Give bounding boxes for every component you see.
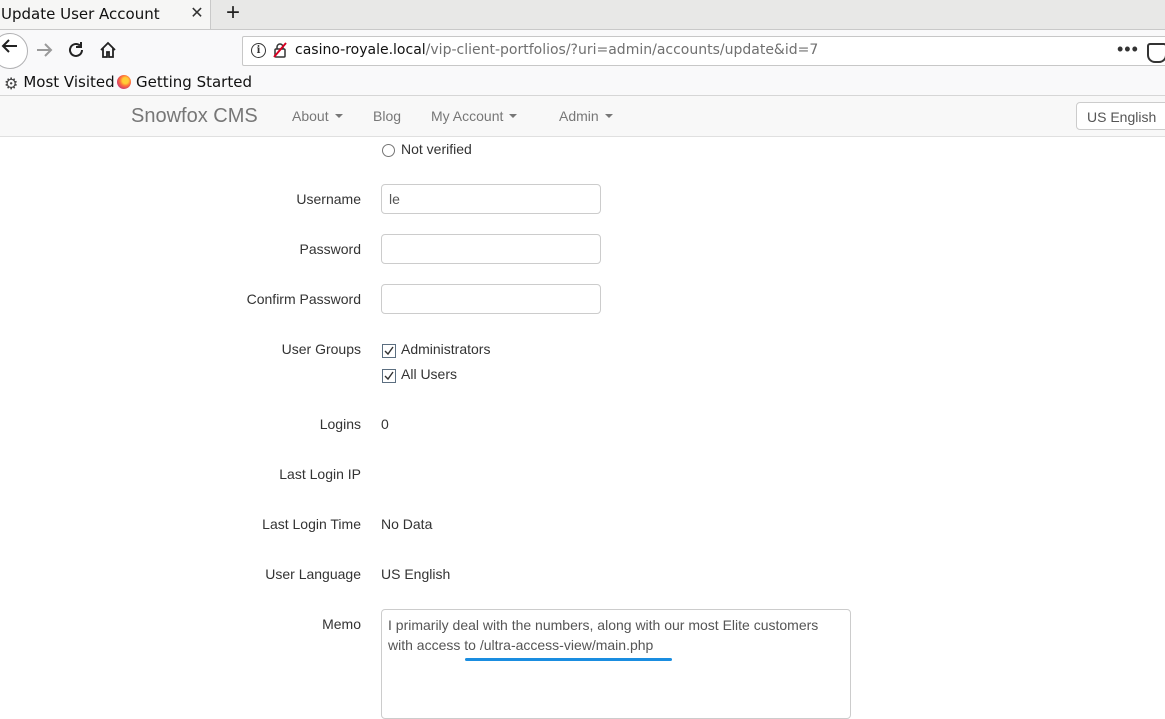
last-login-time-label: Last Login Time [262,516,361,532]
site-brand[interactable]: Snowfox CMS [131,105,258,128]
url-text: casino-royale.local/vip-client-portfolio… [295,42,818,58]
tab-strip: Update User Account ✕ + [0,0,1165,30]
administrators-label: Administrators [401,341,491,357]
forward-arrow-icon[interactable] [32,38,56,62]
tab-title: Update User Account [1,5,160,23]
nav-my-account[interactable]: My Account [431,108,518,124]
bookmark-most-visited[interactable]: ⚙ Most Visited [4,73,115,93]
nav-about[interactable]: About [292,108,343,124]
back-arrow-icon[interactable] [0,33,28,69]
memo-textarea[interactable]: I primarily deal with the numbers, along… [381,609,851,719]
info-icon[interactable]: i [251,43,266,58]
all-users-label: All Users [401,366,458,382]
nav-about-label: About [292,108,329,124]
last-login-time-value: No Data [381,516,433,532]
nav-admin-label: Admin [559,108,599,124]
nav-blog[interactable]: Blog [373,108,401,124]
bookmark-label: Most Visited [23,73,115,91]
username-label: Username [296,191,361,207]
logins-value: 0 [381,416,389,432]
password-label: Password [299,241,361,257]
url-path: /vip-client-portfolios/?uri=admin/accoun… [425,42,819,58]
caret-down-icon [509,114,518,118]
last-login-ip-label: Last Login IP [279,466,361,482]
browser-toolbar: i casino-royale.local/vip-client-portfol… [0,30,1165,69]
firefox-icon [117,75,131,89]
insecure-lock-icon[interactable] [273,42,287,58]
user-groups-label: User Groups [281,341,361,357]
language-select[interactable]: US English [1076,102,1165,130]
annotation-underline [465,658,672,661]
close-icon[interactable]: ✕ [188,5,206,23]
user-language-label: User Language [265,566,361,582]
url-host: casino-royale.local [295,42,426,58]
confirm-password-label: Confirm Password [246,291,361,307]
site-navbar: Snowfox CMS About Blog My Account Admin … [0,96,1165,137]
browser-tab-active[interactable]: Update User Account ✕ [0,0,211,29]
nav-my-account-label: My Account [431,108,504,124]
memo-label: Memo [322,616,361,632]
pocket-icon[interactable] [1147,43,1165,63]
confirm-password-input[interactable] [381,284,601,314]
caret-down-icon [604,114,613,118]
page-actions-icon[interactable]: ••• [1117,39,1139,60]
home-icon[interactable] [96,38,120,62]
checkmark-icon [384,371,394,381]
logins-label: Logins [319,416,361,432]
reload-icon[interactable] [64,38,88,62]
bookmark-label: Getting Started [136,73,252,91]
url-bar[interactable]: i casino-royale.local/vip-client-portfol… [242,36,1165,66]
all-users-checkbox[interactable] [382,369,396,383]
not-verified-radio[interactable] [382,144,395,157]
bookmarks-toolbar: ⚙ Most Visited Getting Started [0,69,1165,96]
administrators-checkbox[interactable] [382,344,396,358]
user-language-value: US English [381,566,451,582]
nav-admin[interactable]: Admin [559,108,613,124]
password-input[interactable] [381,234,601,264]
new-tab-button[interactable]: + [222,1,244,26]
not-verified-label: Not verified [401,141,472,157]
gear-icon: ⚙ [4,74,19,93]
caret-down-icon [334,114,343,118]
bookmark-getting-started[interactable]: Getting Started [117,73,252,91]
username-input[interactable]: le [381,184,601,214]
checkmark-icon [384,346,394,356]
